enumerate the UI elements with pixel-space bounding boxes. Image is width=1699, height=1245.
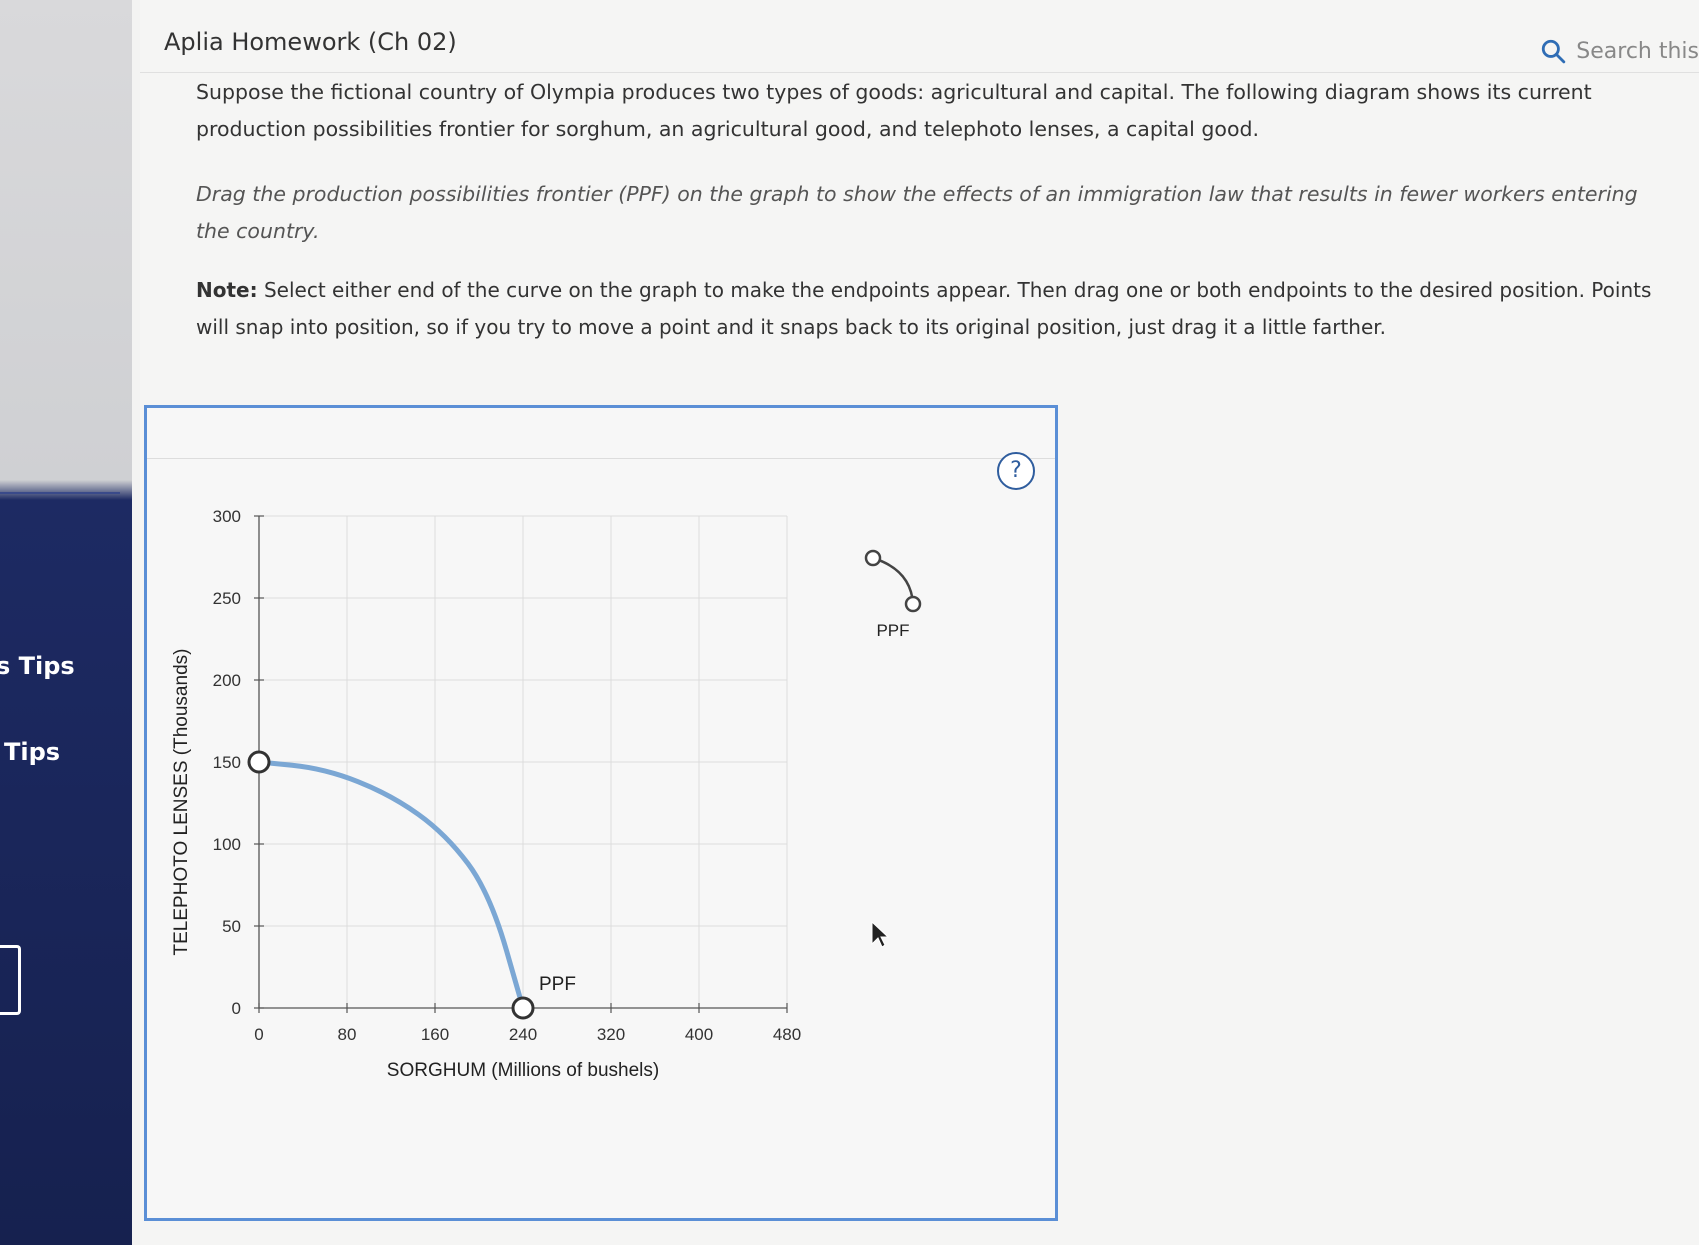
- sidebar-item-tips-1[interactable]: s Tips: [0, 652, 75, 680]
- x-tick-label: 240: [509, 1025, 537, 1044]
- ppf-palette-label: PPF: [876, 621, 909, 640]
- y-tick-label: 150: [213, 753, 241, 772]
- y-axis-title: TELEPHOTO LENSES (Thousands): [171, 649, 192, 956]
- sidebar-divider: [0, 492, 120, 494]
- x-tick-label: 400: [685, 1025, 713, 1044]
- sidebar-bracket-icon: [0, 945, 21, 1015]
- ppf-palette-tool[interactable]: [872, 556, 915, 605]
- x-axis-title: SORGHUM (Millions of bushels): [387, 1060, 659, 1081]
- mouse-cursor-icon: [871, 920, 890, 948]
- search-label: Search this: [1576, 38, 1699, 64]
- note-paragraph: Note: Select either end of the curve on …: [196, 272, 1656, 346]
- search-box[interactable]: Search this: [1540, 38, 1699, 64]
- y-tick-label: 0: [232, 999, 241, 1018]
- ppf-curve-label: PPF: [539, 974, 576, 995]
- ppf-bottom-endpoint[interactable]: [511, 996, 535, 1020]
- search-icon: [1542, 39, 1566, 64]
- question-content: Suppose the fictional country of Olympia…: [196, 74, 1656, 346]
- intro-paragraph: Suppose the fictional country of Olympia…: [196, 80, 1592, 141]
- x-tick-label: 480: [773, 1025, 801, 1044]
- x-tick-label: 0: [254, 1025, 263, 1044]
- y-tick-label: 300: [213, 507, 241, 526]
- instruction-paragraph: Drag the production possibilities fronti…: [196, 182, 1638, 243]
- ppf-palette-endpoint: [864, 549, 882, 567]
- ppf-graph[interactable]: 0 80 160 240 320 400 480 0 50 100 150 200 250 300 SORG…: [147, 408, 1055, 1218]
- y-tick-label: 100: [213, 835, 241, 854]
- y-tick-label: 200: [213, 671, 241, 690]
- left-sidebar: s Tips Tips: [0, 0, 132, 1245]
- ppf-palette-endpoint: [904, 595, 922, 613]
- top-bar: Aplia Homework (Ch 02) Search this: [140, 0, 1699, 73]
- x-tick-label: 80: [338, 1025, 357, 1044]
- page-title: Aplia Homework (Ch 02): [164, 28, 457, 56]
- x-tick-label: 320: [597, 1025, 625, 1044]
- note-label: Note:: [196, 278, 258, 302]
- graph-panel: ? 0 80 160 240 320 400 480 0 50 100 150 200 250 300 SO…: [144, 405, 1058, 1221]
- y-tick-label: 50: [222, 917, 241, 936]
- ppf-top-endpoint[interactable]: [247, 750, 271, 774]
- ppf-curve: [256, 759, 526, 1011]
- note-text: Select either end of the curve on the gr…: [196, 278, 1652, 339]
- x-tick-label: 160: [421, 1025, 449, 1044]
- y-tick-label: 250: [213, 589, 241, 608]
- sidebar-item-tips-2[interactable]: Tips: [4, 738, 60, 766]
